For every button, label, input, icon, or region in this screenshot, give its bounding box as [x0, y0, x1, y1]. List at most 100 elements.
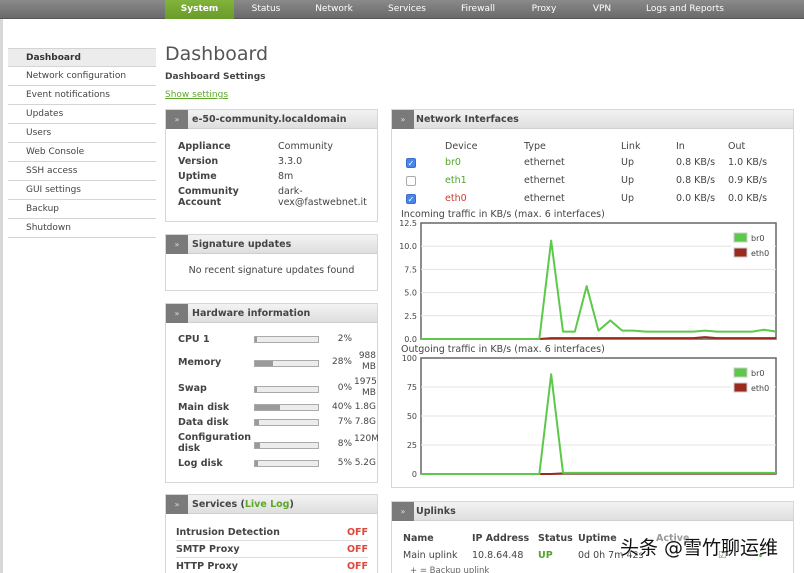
tab-system[interactable]: System — [165, 0, 234, 19]
usage-size: 120M — [354, 434, 379, 444]
tab-vpn[interactable]: VPN — [578, 0, 626, 19]
hardware-label: Data disk — [178, 417, 229, 428]
device-in: 0.0 KB/s — [676, 193, 716, 204]
hardware-row: Log disk 5% 5.2G — [178, 458, 378, 472]
y-tick-label: 75 — [407, 383, 417, 392]
legend-swatch-br0 — [733, 232, 748, 243]
panel-header: » Signature updates — [166, 235, 377, 254]
tab-status[interactable]: Status — [236, 0, 296, 19]
usage-bar-fill — [255, 337, 257, 342]
usage-percent: 0% — [337, 383, 352, 393]
sidebar-item-event-notifications[interactable]: Event notifications — [8, 86, 156, 105]
page-title: Dashboard — [165, 43, 269, 65]
sidebar-item-ssh-access[interactable]: SSH access — [8, 162, 156, 181]
uptime-value: 8m — [278, 171, 294, 182]
sidebar-item-shutdown[interactable]: Shutdown — [8, 219, 156, 238]
sidebar-item-network-configuration[interactable]: Network configuration — [8, 67, 156, 86]
sidebar-item-updates[interactable]: Updates — [8, 105, 156, 124]
service-name: SMTP Proxy — [176, 544, 240, 555]
version-label: Version — [178, 156, 219, 167]
signature-message: No recent signature updates found — [188, 265, 355, 276]
column-header-link: Link — [621, 141, 641, 152]
community-account-value-2: vex@fastwebnet.it — [278, 197, 367, 208]
outgoing-traffic-chart: 0 25 50 75 100 br0 eth0 — [402, 354, 777, 479]
usage-size-unit: MB — [362, 362, 376, 372]
usage-bar — [254, 404, 319, 411]
usage-bar-fill — [255, 443, 261, 448]
hardware-row: Memory 28% 988 MB — [178, 351, 378, 372]
legend-label-eth0: eth0 — [751, 249, 769, 258]
uplinks-header-status: Status — [538, 533, 573, 544]
usage-bar — [254, 360, 319, 367]
usage-size: 988 — [358, 351, 376, 361]
sidebar-item-backup[interactable]: Backup — [8, 200, 156, 219]
device-type: ethernet — [524, 157, 565, 168]
collapse-chevron-icon[interactable]: » — [166, 304, 188, 323]
device-type: ethernet — [524, 175, 565, 186]
device-out: 0.0 KB/s — [728, 193, 768, 204]
tab-proxy[interactable]: Proxy — [514, 0, 574, 19]
service-status[interactable]: OFF — [347, 544, 368, 555]
y-tick-label: 2.5 — [404, 312, 417, 321]
panel-title: Services (Live Log) — [192, 495, 294, 514]
uplink-ip: 10.8.64.48 — [472, 550, 524, 561]
panel-header: » Hardware information — [166, 304, 377, 323]
collapse-chevron-icon[interactable]: » — [166, 235, 188, 254]
hardware-row: Swap 0% 1975 MB — [178, 377, 378, 398]
usage-bar — [254, 336, 319, 343]
usage-percent: 28% — [331, 357, 352, 367]
appliance-label: Appliance — [178, 141, 231, 152]
hardware-label-2: disk — [178, 443, 201, 454]
hardware-label: Memory — [178, 357, 222, 368]
panel-header: » Services (Live Log) — [166, 495, 377, 514]
uplinks-header-ip: IP Address — [472, 533, 530, 544]
collapse-chevron-icon[interactable]: » — [166, 110, 188, 129]
device-name[interactable]: eth1 — [445, 175, 467, 186]
interface-checkbox-eth0[interactable]: ✓ — [406, 194, 416, 204]
tab-logs-and-reports[interactable]: Logs and Reports — [636, 0, 734, 19]
collapse-chevron-icon[interactable]: » — [392, 502, 414, 521]
hardware-label: Main disk — [178, 402, 230, 413]
community-account-value: dark- — [278, 186, 303, 197]
watermark: 头条 @雪竹聊运维 — [620, 537, 779, 559]
panel-header: » Network Interfaces — [392, 110, 793, 129]
service-name: HTTP Proxy — [176, 561, 238, 572]
device-out: 1.0 KB/s — [728, 157, 768, 168]
uplink-status: UP — [538, 550, 553, 561]
window-edge — [0, 19, 3, 573]
sidebar-item-gui-settings[interactable]: GUI settings — [8, 181, 156, 200]
collapse-chevron-icon[interactable]: » — [166, 495, 188, 514]
tab-firewall[interactable]: Firewall — [446, 0, 510, 19]
y-tick-label: 100 — [402, 354, 417, 363]
device-name[interactable]: eth0 — [445, 193, 467, 204]
hardware-label: Configuration — [178, 432, 252, 443]
backup-uplink-note: + = Backup uplink — [410, 566, 490, 573]
uptime-label: Uptime — [178, 171, 217, 182]
hardware-panel: » Hardware information CPU 1 2% Memory 28% 9… — [165, 303, 379, 483]
column-header-type: Type — [524, 141, 546, 152]
hardware-label: CPU 1 — [178, 334, 210, 345]
service-status[interactable]: OFF — [347, 527, 368, 538]
sidebar-item-dashboard[interactable]: Dashboard — [8, 48, 156, 67]
collapse-chevron-icon[interactable]: » — [392, 110, 414, 129]
host-panel: » e-50-community.localdomain Appliance C… — [165, 109, 378, 222]
device-name[interactable]: br0 — [445, 157, 461, 168]
interface-checkbox-eth1[interactable] — [406, 176, 416, 186]
legend-swatch-eth0 — [733, 247, 748, 258]
live-log-link[interactable]: Live Log — [245, 499, 290, 510]
device-link: Up — [621, 157, 634, 168]
usage-size-unit: MB — [362, 388, 376, 398]
tab-services[interactable]: Services — [372, 0, 442, 19]
y-tick-label: 0.0 — [404, 335, 417, 344]
usage-percent: 8% — [337, 439, 352, 449]
interface-checkbox-br0[interactable]: ✓ — [406, 158, 416, 168]
usage-bar — [254, 460, 319, 467]
show-settings-link[interactable]: Show settings — [165, 90, 228, 100]
usage-size: 1.8G — [354, 402, 376, 412]
tab-network[interactable]: Network — [300, 0, 368, 19]
sidebar-item-web-console[interactable]: Web Console — [8, 143, 156, 162]
column-header-device: Device — [445, 141, 478, 152]
device-out: 0.9 KB/s — [728, 175, 768, 186]
service-status[interactable]: OFF — [347, 561, 368, 572]
sidebar-item-users[interactable]: Users — [8, 124, 156, 143]
